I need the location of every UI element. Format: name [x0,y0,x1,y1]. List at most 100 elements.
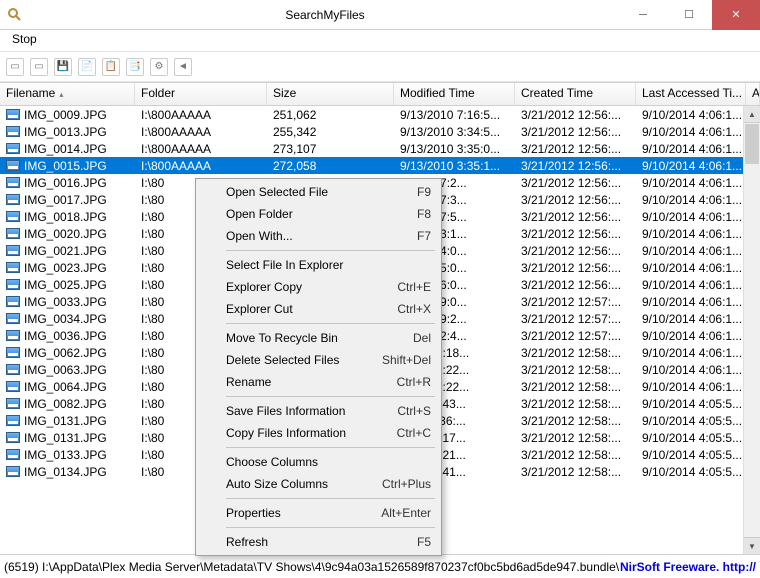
col-accessed[interactable]: Last Accessed Ti... [636,83,746,105]
col-filename[interactable]: Filename▴ [0,83,135,105]
toolbar-icon-6[interactable]: 📑 [126,58,144,76]
col-created[interactable]: Created Time [515,83,636,105]
cell-created: 3/21/2012 12:56:... [515,210,636,224]
context-item[interactable]: RefreshF5 [198,531,439,553]
context-item[interactable]: Select File In Explorer [198,254,439,276]
context-item[interactable]: Save Files InformationCtrl+S [198,400,439,422]
scroll-down-icon[interactable]: ▼ [744,537,760,554]
copy-icon[interactable]: 📋 [102,58,120,76]
filename-text: IMG_0017.JPG [24,193,107,207]
context-item-label: Delete Selected Files [226,353,382,367]
menu-stop[interactable]: Stop [6,30,43,48]
vertical-scrollbar[interactable]: ▲ ▼ [743,106,760,554]
status-link[interactable]: NirSoft Freeware. http:// [620,560,756,574]
context-item[interactable]: Open Selected FileF9 [198,181,439,203]
col-modified[interactable]: Modified Time [394,83,515,105]
image-file-icon [6,160,20,171]
scroll-thumb[interactable] [745,124,759,164]
cell-created: 3/21/2012 12:56:... [515,159,636,173]
context-item-shortcut: F7 [417,229,431,243]
filename-text: IMG_0062.JPG [24,346,107,360]
toolbar-icon-1[interactable]: ▭ [6,58,24,76]
context-separator [226,396,435,397]
cell-created: 3/21/2012 12:57:... [515,329,636,343]
filename-text: IMG_0025.JPG [24,278,107,292]
cell-filename: IMG_0063.JPG [0,363,135,377]
table-row[interactable]: IMG_0015.JPGI:\800AAAAA272,0589/13/2010 … [0,157,760,174]
context-item[interactable]: Open With...F7 [198,225,439,247]
cell-accessed: 9/10/2014 4:06:1... [636,363,746,377]
cell-created: 3/21/2012 12:56:... [515,193,636,207]
toolbar-icon-7[interactable]: ⚙ [150,58,168,76]
context-item[interactable]: Explorer CopyCtrl+E [198,276,439,298]
filename-text: IMG_0133.JPG [24,448,107,462]
context-item-label: Copy Files Information [226,426,397,440]
cell-created: 3/21/2012 12:56:... [515,176,636,190]
filename-text: IMG_0016.JPG [24,176,107,190]
cell-created: 3/21/2012 12:56:... [515,142,636,156]
toolbar-icon-4[interactable]: 📄 [78,58,96,76]
col-size[interactable]: Size [267,83,394,105]
cell-created: 3/21/2012 12:58:... [515,380,636,394]
image-file-icon [6,449,20,460]
context-item[interactable]: Move To Recycle BinDel [198,327,439,349]
toolbar-icon-2[interactable]: ▭ [30,58,48,76]
cell-filename: IMG_0016.JPG [0,176,135,190]
cell-accessed: 9/10/2014 4:05:5... [636,448,746,462]
cell-created: 3/21/2012 12:58:... [515,431,636,445]
cell-accessed: 9/10/2014 4:06:1... [636,312,746,326]
close-button[interactable]: ✕ [712,0,760,30]
image-file-icon [6,347,20,358]
table-row[interactable]: IMG_0014.JPGI:\800AAAAA273,1079/13/2010 … [0,140,760,157]
image-file-icon [6,245,20,256]
context-item[interactable]: Explorer CutCtrl+X [198,298,439,320]
cell-filename: IMG_0023.JPG [0,261,135,275]
cell-size: 273,107 [267,142,394,156]
table-header: Filename▴ Folder Size Modified Time Crea… [0,83,760,106]
image-file-icon [6,381,20,392]
context-item-shortcut: Shift+Del [382,353,431,367]
context-item-label: Refresh [226,535,417,549]
cell-created: 3/21/2012 12:56:... [515,125,636,139]
filename-text: IMG_0009.JPG [24,108,107,122]
context-item-label: Open Folder [226,207,417,221]
cell-modified: 9/13/2010 3:34:5... [394,125,515,139]
minimize-button[interactable]: ─ [620,0,666,30]
image-file-icon [6,262,20,273]
col-a[interactable]: A [746,83,760,105]
cell-size: 251,062 [267,108,394,122]
table-row[interactable]: IMG_0013.JPGI:\800AAAAA255,3429/13/2010 … [0,123,760,140]
context-item-shortcut: Del [413,331,431,345]
context-item-label: Open With... [226,229,417,243]
cell-folder: I:\800AAAAA [135,108,267,122]
cell-created: 3/21/2012 12:56:... [515,261,636,275]
context-item[interactable]: Copy Files InformationCtrl+C [198,422,439,444]
context-item[interactable]: Auto Size ColumnsCtrl+Plus [198,473,439,495]
cell-filename: IMG_0021.JPG [0,244,135,258]
context-item-label: Choose Columns [226,455,431,469]
cell-created: 3/21/2012 12:58:... [515,363,636,377]
image-file-icon [6,432,20,443]
context-item[interactable]: PropertiesAlt+Enter [198,502,439,524]
cell-created: 3/21/2012 12:57:... [515,312,636,326]
context-item[interactable]: Delete Selected FilesShift+Del [198,349,439,371]
toolbar: ▭ ▭ 💾 📄 📋 📑 ⚙ ◄ [0,52,760,82]
context-item[interactable]: Choose Columns [198,451,439,473]
maximize-button[interactable]: ☐ [666,0,712,30]
context-item-shortcut: F5 [417,535,431,549]
cell-filename: IMG_0131.JPG [0,414,135,428]
filename-text: IMG_0015.JPG [24,159,107,173]
cell-filename: IMG_0018.JPG [0,210,135,224]
context-item[interactable]: Open FolderF8 [198,203,439,225]
cell-filename: IMG_0131.JPG [0,431,135,445]
table-row[interactable]: IMG_0009.JPGI:\800AAAAA251,0629/13/2010 … [0,106,760,123]
col-folder[interactable]: Folder [135,83,267,105]
scroll-up-icon[interactable]: ▲ [744,106,760,123]
toolbar-icon-8[interactable]: ◄ [174,58,192,76]
cell-accessed: 9/10/2014 4:06:1... [636,261,746,275]
status-path: (6519) I:\AppData\Plex Media Server\Meta… [4,560,620,574]
cell-created: 3/21/2012 12:58:... [515,414,636,428]
cell-folder: I:\800AAAAA [135,159,267,173]
context-item[interactable]: RenameCtrl+R [198,371,439,393]
save-icon[interactable]: 💾 [54,58,72,76]
